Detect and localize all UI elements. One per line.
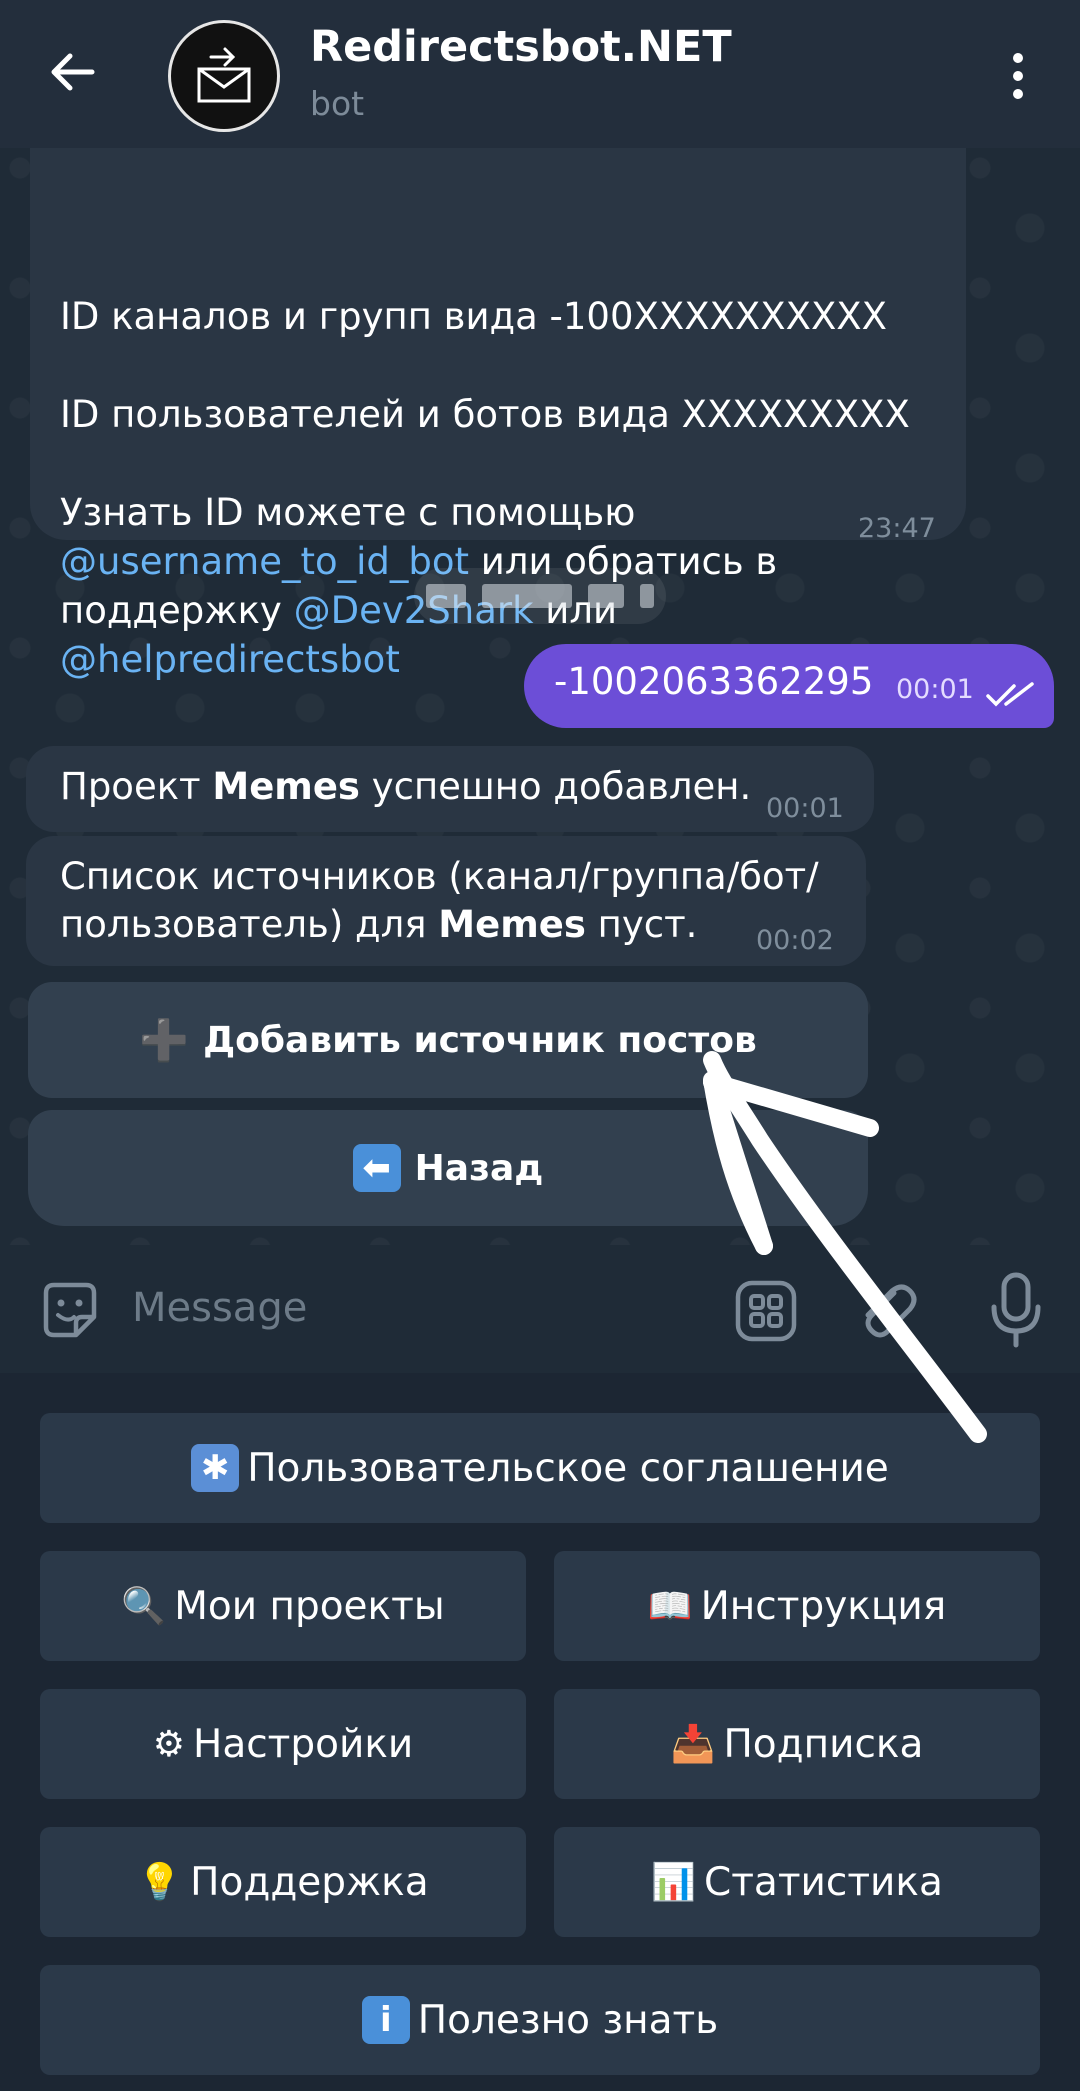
back-arrow-icon[interactable] (36, 36, 108, 108)
reply-keyboard: ✱ Пользовательское соглашение 🔍 Мои прое… (0, 1373, 1080, 2091)
message-list[interactable]: ID каналов и групп вида -100XXXXXXXXXX I… (0, 148, 1080, 1245)
gear-icon: ⚙ (152, 1723, 185, 1765)
useful-info-label: Полезно знать (417, 1997, 719, 2043)
statistics-button[interactable]: 📊 Статистика (554, 1827, 1040, 1937)
chat-subtitle: bot (310, 84, 365, 123)
agreement-button[interactable]: ✱ Пользовательское соглашение (40, 1413, 1040, 1523)
support-label: Поддержка (190, 1859, 429, 1905)
chat-title[interactable]: Redirectsbot.NET (310, 22, 732, 72)
microphone-icon[interactable] (988, 1271, 1044, 1351)
message-time: 00:01 (766, 793, 844, 824)
subscription-label: Подписка (723, 1721, 924, 1767)
username-link[interactable]: @username_to_id_bot (60, 540, 469, 583)
more-options-icon[interactable] (990, 40, 1046, 112)
message-text: пользователь) для Memes пуст. (60, 903, 698, 946)
message-text: ID каналов и групп вида -100XXXXXXXXXX (60, 295, 887, 338)
my-projects-label: Мои проекты (174, 1583, 445, 1629)
settings-label: Настройки (193, 1721, 414, 1767)
book-icon: 📖 (647, 1586, 693, 1627)
bot-commands-icon[interactable] (734, 1279, 798, 1343)
instructions-label: Инструкция (700, 1583, 947, 1629)
double-check-icon (986, 674, 1034, 717)
attach-icon[interactable] (854, 1275, 922, 1347)
support-button[interactable]: 💡 Поддержка (40, 1827, 526, 1937)
magnifier-icon: 🔍 (121, 1586, 167, 1627)
message-time: 00:02 (756, 925, 834, 956)
plus-icon: ➕ (139, 1017, 190, 1064)
asterisk-icon: ✱ (191, 1444, 240, 1492)
back-label: Назад (414, 1147, 544, 1189)
instructions-button[interactable]: 📖 Инструкция (554, 1551, 1040, 1661)
message-composer: Message (0, 1245, 1080, 1373)
outgoing-message: -1002063362295 00:01 (524, 644, 1054, 728)
message-time: 00:01 (896, 674, 974, 705)
useful-info-button[interactable]: i Полезно знать (40, 1965, 1040, 2075)
message-input[interactable]: Message (132, 1285, 307, 1331)
message-project-added: Проект Memes успешно добавлен. 00:01 (26, 746, 874, 832)
date-badge-blurred (414, 568, 666, 624)
back-button[interactable]: ⬅ Назад (28, 1110, 868, 1226)
add-source-label: Добавить источник постов (203, 1019, 757, 1061)
statistics-label: Статистика (703, 1859, 943, 1905)
settings-button[interactable]: ⚙ Настройки (40, 1689, 526, 1799)
message-sources-empty: Список источников (канал/группа/бот/ пол… (26, 836, 866, 966)
add-source-button[interactable]: ➕ Добавить источник постов (28, 982, 868, 1098)
sticker-icon[interactable] (38, 1279, 102, 1343)
my-projects-button[interactable]: 🔍 Мои проекты (40, 1551, 526, 1661)
bar-chart-icon: 📊 (651, 1862, 696, 1903)
lightbulb-icon: 💡 (137, 1862, 183, 1903)
message-text: -1002063362295 (554, 660, 874, 703)
message-text: Список источников (канал/группа/бот/ (60, 855, 819, 898)
bot-avatar[interactable] (168, 20, 280, 132)
username-link[interactable]: @helpredirectsbot (60, 638, 400, 681)
chat-header: Redirectsbot.NET bot (0, 0, 1080, 148)
inbox-tray-icon: 📥 (670, 1724, 716, 1765)
left-arrow-icon: ⬅ (352, 1144, 401, 1192)
message-text: ID пользователей и ботов вида XXXXXXXXX (60, 393, 910, 436)
agreement-label: Пользовательское соглашение (247, 1445, 889, 1491)
message-time: 23:47 (858, 513, 936, 544)
subscription-button[interactable]: 📥 Подписка (554, 1689, 1040, 1799)
message-text: Проект Memes успешно добавлен. (60, 765, 752, 808)
info-icon: i (361, 1996, 410, 2044)
message-ids-info: ID каналов и групп вида -100XXXXXXXXXX I… (30, 148, 966, 681)
